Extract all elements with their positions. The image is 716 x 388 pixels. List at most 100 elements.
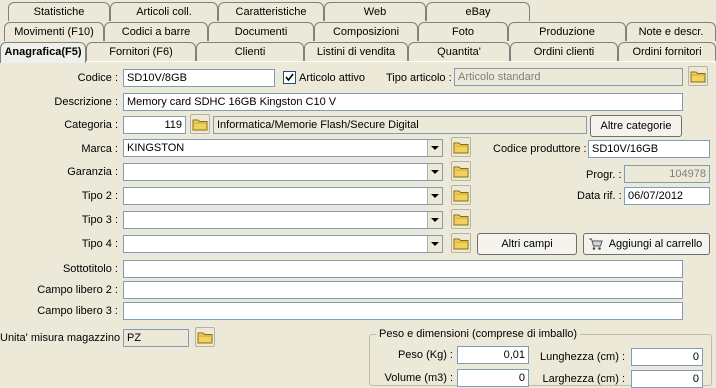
data-rif-label: Data rif. :: [577, 190, 622, 202]
codice-produttore-label: Codice produttore :: [493, 143, 587, 155]
tab-documenti[interactable]: Documenti: [208, 22, 314, 41]
tipo3-dropdown-button[interactable]: [427, 212, 442, 228]
tab-listini-di-vendita[interactable]: Listini di vendita: [304, 42, 408, 61]
articolo-attivo-checkbox[interactable]: [283, 71, 296, 84]
tipo4-label: Tipo 4 :: [81, 238, 118, 250]
tab-row-2: Movimenti (F10) Codici a barre Documenti…: [0, 22, 716, 42]
aggiungi-carrello-label: Aggiungi al carrello: [608, 238, 703, 250]
lunghezza-input[interactable]: 0: [631, 348, 703, 366]
unita-misura-folder-button[interactable]: [195, 327, 215, 347]
folder-icon: [453, 238, 469, 249]
marca-dropdown-button[interactable]: [427, 140, 442, 156]
marca-value: KINGSTON: [127, 142, 185, 154]
tab-statistiche[interactable]: Statistiche: [8, 2, 110, 21]
sottotitolo-label: Sottotitolo :: [62, 263, 118, 275]
tipo2-folder-button[interactable]: [451, 185, 471, 205]
folder-icon: [197, 332, 213, 343]
tab-row-1: Statistiche Articoli coll. Caratteristic…: [0, 2, 716, 22]
campo-libero3-label: Campo libero 3 :: [37, 305, 118, 317]
tab-ordini-clienti[interactable]: Ordini clienti: [510, 42, 618, 61]
codice-label: Codice :: [77, 72, 118, 84]
tipo-articolo-field: Articolo standard: [454, 68, 683, 86]
codice-input[interactable]: SD10V/8GB: [123, 69, 275, 87]
tab-ordini-fornitori[interactable]: Ordini fornitori: [618, 42, 716, 61]
tab-row-3: Anagrafica(F5) Fornitori (F6) Clienti Li…: [0, 42, 716, 63]
campo-libero3-input[interactable]: [123, 302, 683, 320]
chevron-down-icon: [431, 242, 439, 246]
garanzia-folder-button[interactable]: [451, 161, 471, 181]
marca-select[interactable]: KINGSTON: [123, 139, 443, 157]
codice-produttore-input[interactable]: SD10V/16GB: [588, 140, 710, 158]
tipo-articolo-folder-button[interactable]: [688, 66, 708, 86]
tipo2-select[interactable]: [123, 187, 443, 205]
tipo4-dropdown-button[interactable]: [427, 236, 442, 252]
peso-label: Peso (Kg) :: [397, 349, 453, 361]
larghezza-input[interactable]: 0: [631, 370, 703, 388]
check-icon: [285, 73, 294, 82]
tab-codici-a-barre[interactable]: Codici a barre: [104, 22, 208, 41]
categoria-code-input[interactable]: 119: [123, 116, 186, 134]
chevron-down-icon: [431, 170, 439, 174]
folder-icon: [453, 214, 469, 225]
unita-misura-label: Unita' misura magazzino :: [0, 332, 127, 344]
tab-anagrafica[interactable]: Anagrafica(F5): [0, 42, 86, 63]
tab-fornitori[interactable]: Fornitori (F6): [86, 42, 196, 61]
larghezza-label: Larghezza (cm) :: [542, 373, 625, 385]
garanzia-select[interactable]: [123, 163, 443, 181]
categoria-folder-button[interactable]: [190, 114, 210, 134]
tab-articoli-coll[interactable]: Articoli coll.: [110, 2, 218, 21]
altri-campi-button[interactable]: Altri campi: [477, 233, 577, 255]
sottotitolo-input[interactable]: [123, 260, 683, 278]
folder-icon: [192, 119, 208, 130]
campo-libero2-input[interactable]: [123, 281, 683, 299]
tab-foto[interactable]: Foto: [418, 22, 508, 41]
folder-icon: [453, 166, 469, 177]
data-rif-input[interactable]: 06/07/2012: [624, 187, 710, 205]
chevron-down-icon: [431, 218, 439, 222]
tab-web[interactable]: Web: [324, 2, 426, 21]
garanzia-label: Garanzia :: [67, 166, 118, 178]
tab-clienti[interactable]: Clienti: [196, 42, 304, 61]
tipo4-folder-button[interactable]: [451, 233, 471, 253]
articolo-attivo-label: Articolo attivo: [299, 72, 366, 84]
tab-quantita[interactable]: Quantita': [408, 42, 510, 61]
marca-folder-button[interactable]: [451, 137, 471, 157]
volume-label: Volume (m3) :: [384, 372, 453, 384]
garanzia-dropdown-button[interactable]: [427, 164, 442, 180]
cart-icon: [589, 238, 603, 250]
tipo3-select[interactable]: [123, 211, 443, 229]
categoria-label: Categoria :: [64, 119, 118, 131]
folder-icon: [453, 190, 469, 201]
folder-icon: [453, 142, 469, 153]
tipo2-dropdown-button[interactable]: [427, 188, 442, 204]
volume-input[interactable]: 0: [457, 369, 529, 387]
peso-input[interactable]: 0,01: [457, 346, 529, 364]
lunghezza-label: Lunghezza (cm) :: [540, 351, 625, 363]
progr-field: 104978: [624, 165, 710, 183]
tab-produzione[interactable]: Produzione: [508, 22, 626, 41]
marca-label: Marca :: [81, 143, 118, 155]
aggiungi-carrello-button[interactable]: Aggiungi al carrello: [583, 233, 710, 255]
tipo2-label: Tipo 2 :: [81, 190, 118, 202]
descrizione-label: Descrizione :: [54, 96, 118, 108]
descrizione-input[interactable]: Memory card SDHC 16GB Kingston C10 V: [123, 93, 683, 111]
chevron-down-icon: [431, 146, 439, 150]
unita-misura-field: PZ: [123, 329, 189, 347]
tab-note-e-descr[interactable]: Note e descr.: [626, 22, 716, 41]
categoria-path: Informatica/Memorie Flash/Secure Digital: [213, 116, 587, 134]
altre-categorie-button[interactable]: Altre categorie: [590, 115, 682, 137]
tab-caratteristiche[interactable]: Caratteristiche: [218, 2, 324, 21]
folder-icon: [690, 71, 706, 82]
chevron-down-icon: [431, 194, 439, 198]
tab-composizioni[interactable]: Composizioni: [314, 22, 418, 41]
tab-ebay[interactable]: eBay: [426, 2, 530, 21]
progr-label: Progr. :: [586, 169, 622, 181]
tipo3-label: Tipo 3 :: [81, 214, 118, 226]
tipo-articolo-label: Tipo articolo :: [386, 72, 452, 84]
peso-dimensioni-title: Peso e dimensioni (comprese di imballo): [376, 327, 581, 341]
tipo3-folder-button[interactable]: [451, 209, 471, 229]
tab-movimenti[interactable]: Movimenti (F10): [4, 22, 104, 41]
campo-libero2-label: Campo libero 2 :: [37, 284, 118, 296]
tab-divider: [0, 61, 716, 62]
tipo4-select[interactable]: [123, 235, 443, 253]
